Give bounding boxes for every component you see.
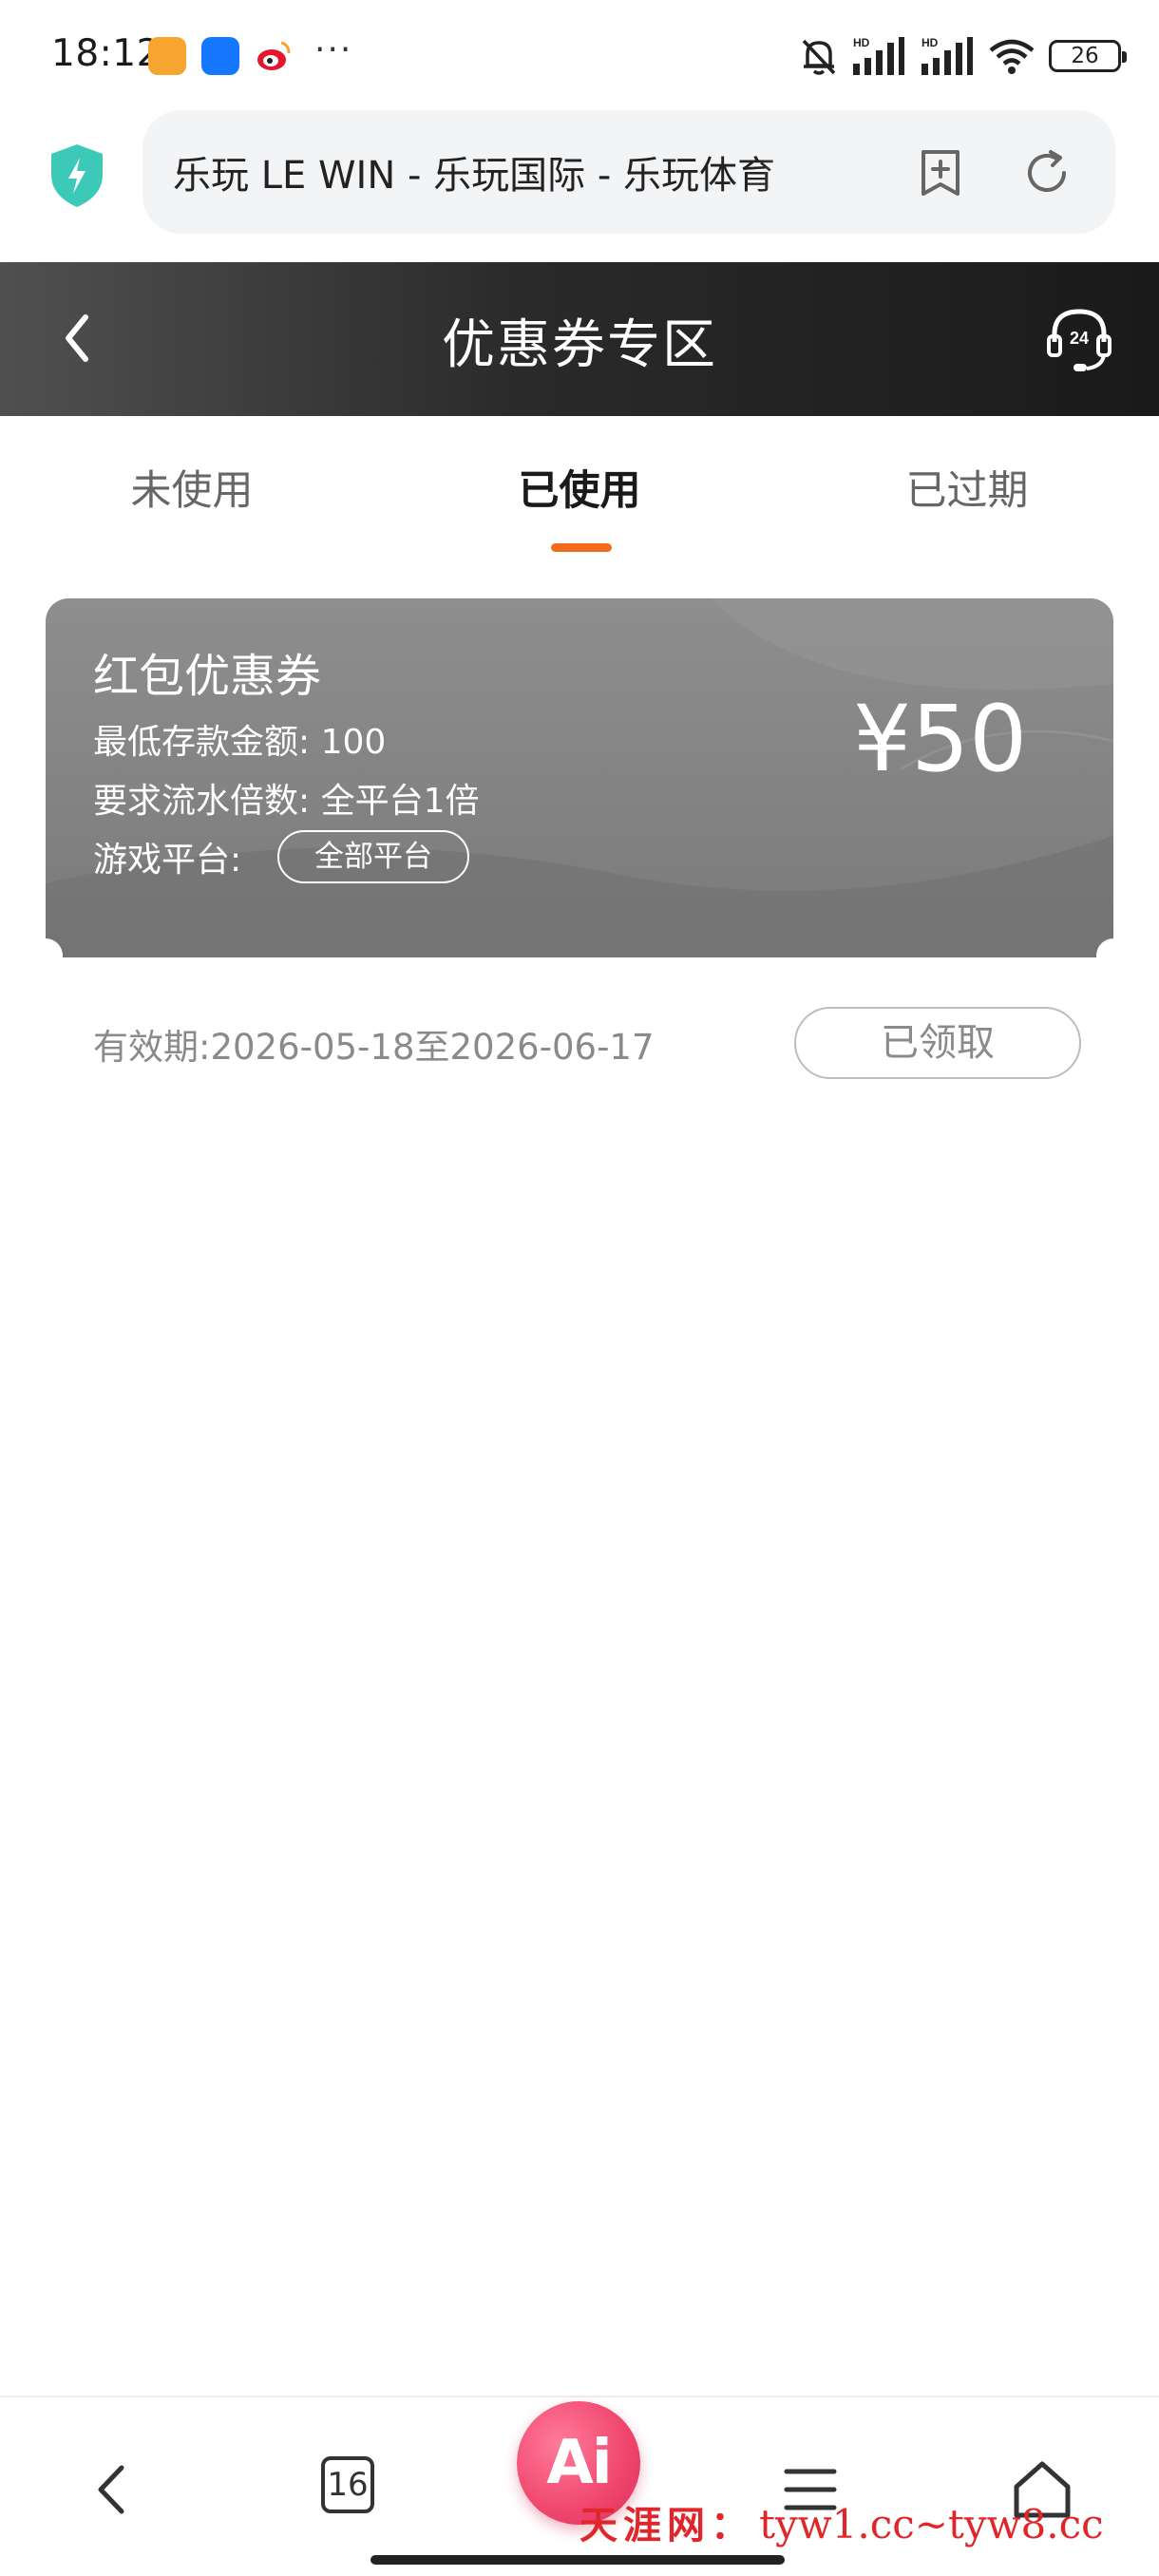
page: 18:12 ··· HD HD 26 乐玩 LE WIN - 乐玩国际 - 乐玩… (0, 0, 1159, 2576)
browser-toolbar: 乐玩 LE WIN - 乐玩国际 - 乐玩体育 (0, 110, 1159, 262)
nav-back-icon[interactable] (82, 2456, 148, 2523)
add-bookmark-icon[interactable] (914, 146, 967, 199)
customer-support-24h-icon[interactable]: 24 (1045, 304, 1113, 374)
signal-hd-label-2: HD (922, 36, 939, 49)
active-tab-indicator (551, 543, 612, 552)
coupon-card: 红包优惠券 最低存款金额: 100 要求流水倍数: 全平台1倍 游戏平台: 全部… (46, 598, 1113, 957)
watermark-chinese: 天涯网： (580, 2503, 754, 2548)
coupon-status-tabs: 未使用 已使用 已过期 (0, 416, 1159, 568)
coupon-turnover: 要求流水倍数: 全平台1倍 (93, 782, 480, 821)
claimed-status-button[interactable]: 已领取 (794, 1007, 1081, 1079)
watermark-url: tyw1.cc~tyw8.cc (759, 2501, 1104, 2548)
status-indicators: HD HD 26 (800, 32, 1127, 80)
coupon-title: 红包优惠券 (93, 650, 322, 703)
signal-hd-label: HD (853, 36, 870, 49)
support-24-label: 24 (1070, 329, 1089, 348)
signal-icon-2: HD (922, 36, 973, 75)
battery-indicator: 26 (1049, 40, 1127, 72)
status-bar: 18:12 ··· HD HD 26 (0, 0, 1159, 110)
battery-level: 26 (1071, 44, 1099, 68)
address-bar[interactable]: 乐玩 LE WIN - 乐玩国际 - 乐玩体育 (142, 110, 1115, 234)
home-gesture-bar[interactable] (370, 2555, 785, 2565)
status-time: 18:12 (51, 32, 161, 75)
coupon-amount: ¥50 (853, 686, 1028, 792)
reload-icon[interactable] (1020, 146, 1074, 199)
notes-app-icon (148, 37, 186, 75)
more-notifications-icon: ··· (314, 30, 353, 69)
weibo-app-icon (257, 41, 291, 70)
signal-icon: HD (853, 36, 904, 75)
coupon-footer: 有效期:2026-05-18至2026-06-17 已领取 (46, 957, 1113, 1128)
tab-expired[interactable]: 已过期 (844, 458, 1091, 517)
coupon-platform-label: 游戏平台: (93, 841, 242, 880)
page-title: 优惠券专区 (442, 314, 717, 376)
tab-unused[interactable]: 未使用 (68, 458, 315, 517)
open-tabs-button[interactable]: 16 (321, 2456, 374, 2513)
browser-bottom-nav: 16 Ai 天涯网： tyw1.cc~tyw8.cc (0, 2396, 1159, 2576)
wifi-icon (989, 39, 1035, 74)
tab-used[interactable]: 已使用 (456, 458, 703, 517)
page-header: 优惠券专区 24 (0, 262, 1159, 416)
coupon-validity: 有效期:2026-05-18至2026-06-17 (93, 1027, 655, 1068)
address-text[interactable]: 乐玩 LE WIN - 乐玩国际 - 乐玩体育 (173, 144, 857, 199)
coupon-min-deposit: 最低存款金额: 100 (93, 723, 387, 762)
watermark: 天涯网： tyw1.cc~tyw8.cc (580, 2494, 1104, 2549)
security-shield-icon[interactable] (48, 142, 106, 209)
alipay-app-icon (201, 37, 239, 75)
platform-chip: 全部平台 (277, 830, 469, 883)
mute-bell-icon (802, 39, 836, 75)
